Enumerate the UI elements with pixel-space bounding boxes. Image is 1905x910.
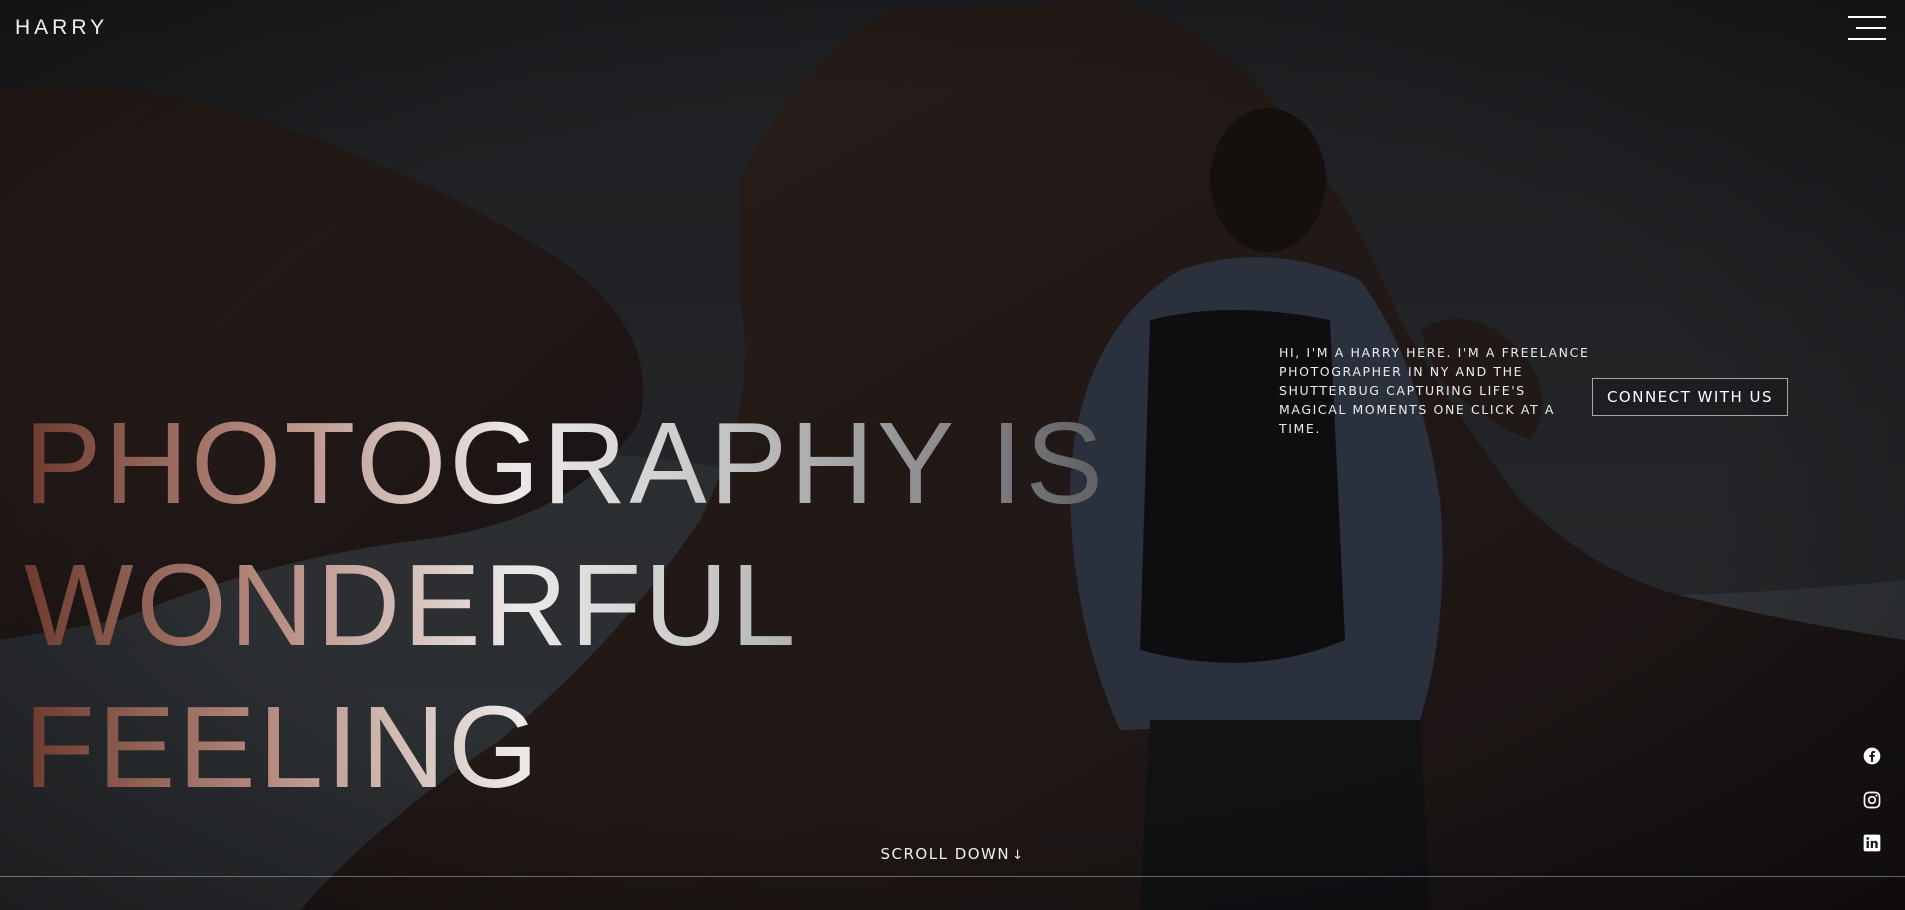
bottom-divider (0, 876, 1905, 877)
menu-line (1856, 27, 1886, 29)
site-logo[interactable]: HARRY (15, 16, 108, 40)
menu-line (1848, 38, 1886, 40)
scroll-down-link[interactable]: SCROLL DOWN ↓ (0, 845, 1905, 863)
headline-line-1: PHOTOGRAPHY IS (24, 392, 1124, 534)
scroll-down-label: SCROLL DOWN (880, 845, 1011, 863)
facebook-icon[interactable] (1862, 746, 1882, 766)
instagram-icon[interactable] (1862, 790, 1882, 810)
menu-line (1848, 16, 1886, 18)
arrow-down-icon: ↓ (1012, 848, 1025, 863)
headline-line-3: FEELING (24, 676, 1124, 818)
hamburger-menu-icon[interactable] (1848, 16, 1886, 42)
hero-headline: PHOTOGRAPHY IS WONDERFUL FEELING (24, 392, 1124, 818)
intro-text: HI, I'M A HARRY HERE. I'M A FREELANCE PH… (1279, 345, 1590, 436)
connect-with-us-button[interactable]: CONNECT WITH US (1592, 378, 1788, 416)
headline-line-2: WONDERFUL (24, 534, 1124, 676)
